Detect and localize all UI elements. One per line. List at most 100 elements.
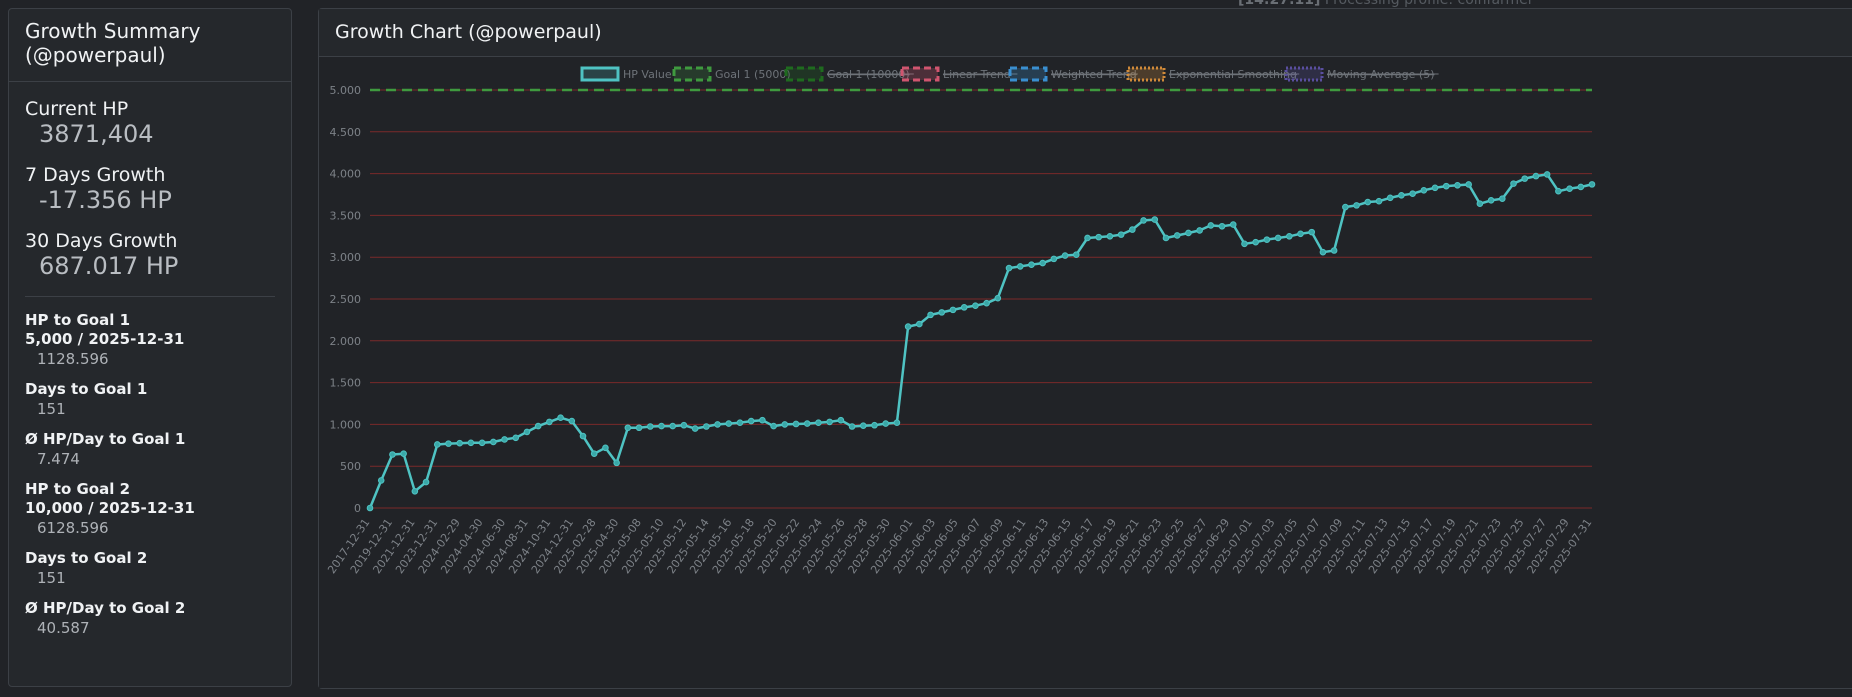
hp-data-point <box>1454 182 1461 189</box>
hp-data-point <box>927 311 934 319</box>
hp-data-point <box>1151 216 1159 223</box>
hp-data-point <box>983 299 990 307</box>
hp-data-point <box>1555 187 1562 195</box>
seven-day-growth-metric: 7 Days Growth -17.356 HP <box>25 164 275 214</box>
hp-data-point <box>1095 233 1103 241</box>
hp-data-point <box>501 436 508 443</box>
hp-data-point <box>1185 229 1192 237</box>
log-timestamp: [14:27:11] <box>1238 0 1321 8</box>
hp-data-point <box>848 423 856 430</box>
hp-data-point <box>1577 183 1585 191</box>
hp-data-point <box>377 477 385 484</box>
hp-data-point <box>770 422 777 430</box>
log-message: Processing profile: coinfarmer <box>1324 0 1534 8</box>
hp-data-point <box>1084 234 1091 242</box>
chart-body: 0 500 1.000 1.500 2.000 2.500 3.000 3.500 4.000 4… <box>319 57 1852 688</box>
legend-swatch[interactable] <box>900 66 940 82</box>
hp-data-point <box>1465 181 1472 188</box>
goal-stat-value: 40.587 <box>37 619 90 637</box>
hp-data-point <box>1241 240 1248 248</box>
hp-data-point <box>579 432 587 440</box>
hp-data-point <box>1499 195 1506 202</box>
legend-swatch[interactable] <box>784 66 824 82</box>
goal-stat-sublabel: 5,000 / 2025-12-31 <box>25 330 185 348</box>
current-hp-label: Current HP <box>25 98 129 120</box>
hp-data-point <box>467 439 475 447</box>
goal-stat: HP to Goal 1 5,000 / 2025-12-31 1128.596 <box>25 311 275 370</box>
hp-data-point <box>568 417 576 425</box>
y-tick-label: 2.000 <box>330 335 362 348</box>
goal-stat-value: 1128.596 <box>37 350 109 368</box>
hp-data-point <box>1375 197 1383 205</box>
hp-data-point <box>949 306 957 314</box>
summary-username: (@powerpaul) <box>25 43 166 67</box>
hp-data-point <box>781 421 789 428</box>
hp-data-point <box>669 422 676 430</box>
goal-stat-value: 151 <box>37 400 66 418</box>
hp-data-point <box>1431 184 1439 192</box>
y-tick-label: 1.000 <box>330 418 362 431</box>
current-hp-metric: Current HP 3871,404 <box>25 98 275 148</box>
y-tick-label: 500 <box>340 460 361 473</box>
hp-data-point <box>1129 226 1136 233</box>
hp-data-point <box>523 428 531 436</box>
hp-data-point <box>815 419 822 427</box>
hp-data-point <box>680 421 688 429</box>
legend-swatch[interactable] <box>1284 66 1324 82</box>
hp-data-point <box>1263 236 1271 243</box>
hp-data-point <box>602 444 609 452</box>
goal-stat-value: 7.474 <box>37 450 80 468</box>
summary-title: Growth Summary <box>25 19 201 43</box>
hp-data-point <box>1050 255 1058 263</box>
hp-data-point <box>882 420 890 427</box>
hp-data-point <box>411 487 419 495</box>
hp-data-point <box>456 439 463 447</box>
legend-item-label[interactable]: HP Value <box>623 68 672 81</box>
hp-data-point <box>1252 238 1259 246</box>
hp-data-point <box>1196 227 1203 234</box>
goal-stat-value: 6128.596 <box>37 519 109 537</box>
hp-data-point <box>1005 264 1013 272</box>
hp-data-point <box>1543 171 1551 178</box>
hp-data-point <box>916 320 923 328</box>
thirty-day-growth-label: 30 Days Growth <box>25 230 178 252</box>
hp-data-point <box>1028 261 1035 269</box>
hp-data-point <box>1532 172 1540 180</box>
goal-stat-value: 151 <box>37 569 66 587</box>
hp-data-point <box>792 420 800 428</box>
hp-data-point <box>1521 175 1529 182</box>
hp-data-point <box>1308 228 1316 236</box>
legend-swatch[interactable] <box>580 66 620 82</box>
hp-data-point <box>1173 232 1181 239</box>
hp-data-point <box>433 441 441 448</box>
goal-stat-label: HP to Goal 2 <box>25 480 131 498</box>
hp-data-point <box>624 424 632 432</box>
hp-data-point <box>534 422 542 430</box>
y-tick-label: 2.500 <box>330 293 362 306</box>
hp-data-point <box>1510 180 1517 187</box>
hp-data-point <box>635 424 643 432</box>
goal-stat-label: Ø HP/Day to Goal 2 <box>25 599 186 617</box>
hp-data-point <box>994 294 1002 302</box>
goal-stat: Ø HP/Day to Goal 1 7.474 <box>25 430 275 470</box>
goal-stat-sublabel: 10,000 / 2025-12-31 <box>25 499 195 517</box>
hp-data-point <box>400 450 407 457</box>
growth-summary-panel: Growth Summary (@powerpaul) Current HP 3… <box>8 8 292 687</box>
hp-data-point <box>1420 187 1428 194</box>
summary-header: Growth Summary (@powerpaul) <box>9 9 291 82</box>
hp-data-point <box>893 419 901 427</box>
legend-item-label[interactable]: Goal 1 (5000) <box>715 68 791 81</box>
y-tick-label: 5.000 <box>330 84 362 97</box>
y-tick-label: 0 <box>354 502 361 515</box>
legend-swatch[interactable] <box>672 66 712 82</box>
hp-data-point <box>960 304 968 311</box>
hp-data-point <box>1297 230 1304 238</box>
legend-swatch[interactable] <box>1126 66 1166 82</box>
hp-data-point <box>1039 259 1046 267</box>
legend-swatch[interactable] <box>1008 66 1048 82</box>
hp-data-point <box>904 323 912 330</box>
hp-data-point <box>557 414 564 422</box>
y-tick-label: 4.000 <box>330 168 362 181</box>
hp-data-point <box>938 309 946 316</box>
hp-data-point <box>1162 234 1170 242</box>
